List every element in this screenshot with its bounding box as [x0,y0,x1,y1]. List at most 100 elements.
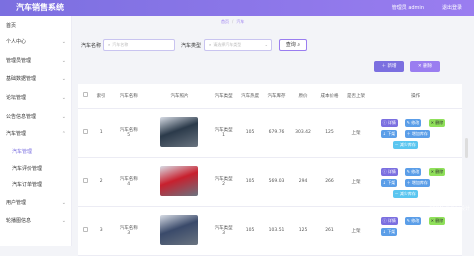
table-row: 2汽车名称 4汽车类型 2105569.03294266上架 ⓘ 详情 ✎ 修改… [78,157,462,206]
sidebar-item-label: 基础数据管理 [6,76,36,82]
increase-stock-button[interactable]: ＋ 增加库存 [405,130,430,138]
current-user[interactable]: 管理员 admin [392,4,424,11]
app-title: 汽车销售系统 [16,2,64,13]
sidebar-item-users[interactable]: 用户管理⌄ [0,197,72,209]
car-photo [160,117,198,147]
plus-icon: ＋ [382,64,387,69]
cell-price: 303.42 [290,108,316,157]
edit-button[interactable]: ✎ 修改 [405,217,422,225]
watermark: CSDN @会写设计 [429,205,470,212]
unlist-button[interactable]: ↓ 下架 [381,179,398,187]
sidebar-item-forum[interactable]: 论坛管理⌄ [0,92,72,104]
detail-button[interactable]: ⓘ 详情 [381,217,398,225]
row-checkbox[interactable] [83,227,88,232]
sidebar-item-basic-data[interactable]: 基础数据管理⌄ [0,73,72,85]
sidebar-subitem-car-reviews[interactable]: 汽车评价管理 [0,163,72,175]
car-type-select[interactable]: ⌕请选择汽车类型⌄ [204,39,272,51]
sidebar: 首页 个人中心⌄ 管理员管理⌄ 基础数据管理⌄ 论坛管理⌄ 公告信息管理⌄ 汽车… [0,16,72,246]
cell-cost: 261 [316,206,342,255]
car-type-placeholder: 请选择汽车类型 [213,42,241,47]
unlist-button[interactable]: ↓ 下架 [381,228,398,236]
cell-price: 125 [290,206,316,255]
cell-name: 汽车名称 4 [109,157,149,206]
car-type-label: 汽车类型 [181,42,201,49]
cell-name: 汽车名称 5 [109,108,149,157]
chevron-down-icon: ⌄ [62,36,66,48]
header-photo: 汽车照片 [149,84,211,108]
cell-status: 上架 [343,206,369,255]
sidebar-item-label: 汽车订单管理 [12,182,42,188]
row-delete-button[interactable]: ✕ 删除 [429,168,446,176]
sidebar-subitem-car-manage[interactable]: 汽车管理 [0,146,72,158]
search-icon: ⌕ [297,42,300,48]
unlist-button[interactable]: ↓ 下架 [381,130,398,138]
cell-actions: ⓘ 详情 ✎ 修改 ✕ 删除 ↓ 下架 ＋ 增加库存 － 减少库存 [369,108,462,157]
increase-stock-label: 增加库存 [412,131,428,136]
sidebar-item-label: 汽车评价管理 [12,166,42,172]
scrollbar[interactable] [465,138,468,158]
sidebar-item-home[interactable]: 首页 [0,20,72,32]
edit-label: 修改 [411,169,419,174]
decrease-stock-label: 减少库存 [400,142,416,147]
sidebar-item-label: 论坛管理 [6,95,26,101]
header-select-all[interactable] [78,84,93,108]
edit-button[interactable]: ✎ 修改 [405,168,422,176]
increase-stock-button[interactable]: ＋ 增加库存 [405,179,430,187]
cell-stock: 569.03 [263,157,289,206]
sidebar-item-label: 公告信息管理 [6,114,36,120]
cell-stock: 679.76 [263,108,289,157]
logout-link[interactable]: 退出登录 [442,4,462,11]
row-checkbox[interactable] [83,129,88,134]
cell-index: 2 [93,157,108,206]
sidebar-item-label: 首页 [6,23,16,29]
decrease-stock-button[interactable]: － 减少库存 [393,141,418,149]
cell-index: 3 [93,206,108,255]
edit-button[interactable]: ✎ 修改 [405,119,422,127]
row-select[interactable] [78,157,93,206]
detail-label: 详情 [388,169,396,174]
sidebar-item-label: 用户管理 [6,200,26,206]
sidebar-item-carousel[interactable]: 轮播图信息⌄ [0,215,72,227]
cell-type: 汽车类型 2 [210,157,236,206]
car-name-input[interactable]: ⌕汽车名称 [103,39,175,51]
row-delete-button[interactable]: ✕ 删除 [429,217,446,225]
cell-heat: 105 [237,206,263,255]
cell-photo [149,206,211,255]
cell-type: 汽车类型 1 [210,108,236,157]
top-bar: 汽车销售系统 管理员 admin 退出登录 [0,0,474,16]
sidebar-item-notices[interactable]: 公告信息管理⌄ [0,111,72,123]
chevron-up-icon: ⌃ [62,128,66,140]
edit-label: 修改 [411,120,419,125]
decrease-stock-button[interactable]: － 减少库存 [393,190,418,198]
query-button[interactable]: 查询 ⌕ [279,39,307,51]
detail-button[interactable]: ⓘ 详情 [381,168,398,176]
header-name: 汽车名称 [109,84,149,108]
header-cost: 成本价格 [316,84,342,108]
cell-actions: ⓘ 详情 ✎ 修改 ✕ 删除 ↓ 下架 ＋ 增加库存 － 减少库存 [369,157,462,206]
select-all-checkbox[interactable] [83,92,88,97]
delete-button[interactable]: ✕ 删除 [410,61,440,72]
car-name-label: 汽车名称 [81,42,101,49]
header-actions: 操作 [369,84,462,108]
unlist-label: 下架 [387,131,395,136]
search-icon: ⌕ [108,42,110,47]
cell-stock: 103.51 [263,206,289,255]
sidebar-item-cars[interactable]: 汽车管理⌃ [0,128,72,140]
search-icon: ⌕ [209,42,211,47]
header-stock: 汽车库存 [263,84,289,108]
header-type: 汽车类型 [210,84,236,108]
cell-status: 上架 [343,157,369,206]
row-delete-button[interactable]: ✕ 删除 [429,119,446,127]
row-checkbox[interactable] [83,178,88,183]
sidebar-item-profile[interactable]: 个人中心⌄ [0,36,72,48]
unlist-label: 下架 [387,229,395,234]
row-select[interactable] [78,206,93,255]
chevron-down-icon: ⌄ [62,215,66,227]
sidebar-subitem-car-orders[interactable]: 汽车订单管理 [0,179,72,191]
sidebar-item-admins[interactable]: 管理员管理⌄ [0,55,72,67]
breadcrumb-home[interactable]: 首页 [221,19,229,24]
row-delete-label: 删除 [435,120,443,125]
row-select[interactable] [78,108,93,157]
add-button[interactable]: ＋ 新增 [374,61,404,72]
detail-button[interactable]: ⓘ 详情 [381,119,398,127]
